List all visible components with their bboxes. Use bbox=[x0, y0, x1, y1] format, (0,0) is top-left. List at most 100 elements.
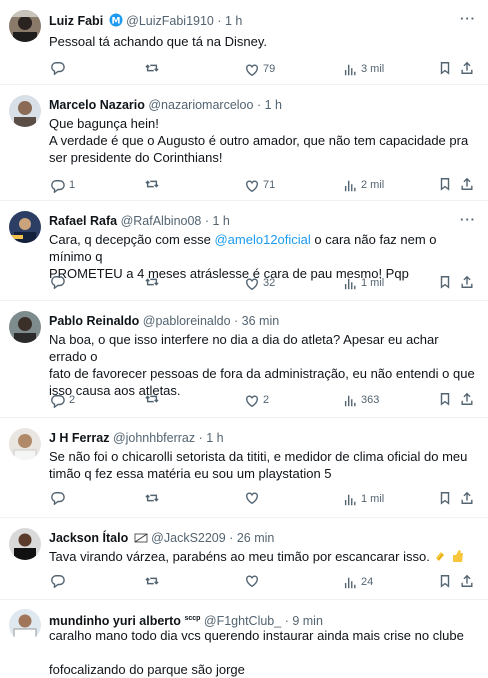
author-name[interactable]: J H Ferraz bbox=[49, 431, 109, 445]
share-button[interactable] bbox=[460, 491, 474, 505]
bookmark-icon bbox=[440, 393, 450, 406]
flag-emoji-icon bbox=[134, 533, 148, 543]
repost-button[interactable] bbox=[145, 61, 163, 75]
repost-icon bbox=[145, 180, 159, 188]
repost-icon bbox=[145, 577, 159, 585]
tweet-time[interactable]: · 36 min bbox=[234, 314, 279, 328]
views-icon bbox=[344, 64, 356, 75]
views-button[interactable]: 3 mil bbox=[343, 61, 384, 78]
reply-icon bbox=[51, 492, 65, 505]
tweet-time[interactable]: · 1 h bbox=[257, 98, 282, 112]
share-icon bbox=[461, 574, 473, 587]
avatar[interactable] bbox=[9, 609, 41, 641]
tweet[interactable]: Luiz Fabi M @LuizFabi1910 · 1 h ··· Pess… bbox=[0, 0, 488, 85]
like-button[interactable] bbox=[245, 574, 263, 588]
avatar[interactable] bbox=[9, 211, 41, 243]
tweet-actions: 79 3 mil bbox=[49, 61, 474, 77]
tweet[interactable]: Jackson Ítalo @JackS2209 · 26 min Tava v… bbox=[0, 518, 488, 600]
repost-button[interactable] bbox=[145, 574, 163, 588]
share-button[interactable] bbox=[460, 177, 474, 191]
tweet-time[interactable]: · 1 h bbox=[199, 431, 224, 445]
clapping-hands-emoji-icon bbox=[436, 552, 445, 561]
author-handle[interactable]: @nazariomarceloo bbox=[148, 98, 253, 112]
share-button[interactable] bbox=[460, 392, 474, 406]
reply-button[interactable] bbox=[51, 275, 69, 289]
tweet[interactable]: Marcelo Nazario @nazariomarceloo · 1 h Q… bbox=[0, 85, 488, 201]
views-button[interactable]: 1 mil bbox=[343, 275, 384, 292]
reply-button[interactable] bbox=[51, 61, 69, 75]
author-name[interactable]: Rafael Rafa bbox=[49, 214, 117, 228]
repost-button[interactable] bbox=[145, 392, 163, 406]
views-button[interactable]: 363 bbox=[343, 392, 379, 409]
avatar[interactable] bbox=[9, 528, 41, 560]
avatar[interactable] bbox=[9, 428, 41, 460]
more-icon[interactable]: ··· bbox=[460, 211, 476, 228]
author-handle[interactable]: @LuizFabi1910 bbox=[126, 14, 214, 28]
tweet[interactable]: Rafael Rafa @RafAlbino08 · 1 h ··· Cara,… bbox=[0, 201, 488, 301]
reply-button[interactable] bbox=[51, 491, 69, 505]
like-button[interactable]: 71 bbox=[245, 177, 275, 194]
bookmark-button[interactable] bbox=[438, 61, 452, 75]
tweet-actions: 24 bbox=[49, 574, 474, 590]
tweet[interactable]: mundinho yuri alberto sccp @F1ghtClub_ ·… bbox=[0, 600, 488, 677]
repost-icon bbox=[145, 278, 159, 286]
tweet-text: caralho mano todo dia vcs querendo insta… bbox=[49, 628, 464, 677]
repost-button[interactable] bbox=[145, 491, 163, 505]
author-name[interactable]: Jackson Ítalo bbox=[49, 531, 128, 545]
author-handle[interactable]: @RafAlbino08 bbox=[121, 214, 202, 228]
like-icon bbox=[246, 179, 258, 192]
more-icon[interactable]: ··· bbox=[460, 10, 476, 27]
author-name[interactable]: Pablo Reinaldo bbox=[49, 314, 139, 328]
avatar[interactable] bbox=[9, 10, 41, 42]
bookmark-icon bbox=[440, 178, 450, 191]
share-button[interactable] bbox=[460, 574, 474, 588]
bookmark-button[interactable] bbox=[438, 392, 452, 406]
bookmark-icon bbox=[440, 575, 450, 588]
share-icon bbox=[461, 177, 473, 190]
name-suffix: sccp bbox=[184, 615, 201, 622]
share-button[interactable] bbox=[460, 61, 474, 75]
tweet[interactable]: Pablo Reinaldo @pabloreinaldo · 36 min N… bbox=[0, 301, 488, 418]
bookmark-button[interactable] bbox=[438, 177, 452, 191]
repost-button[interactable] bbox=[145, 275, 163, 289]
tweet[interactable]: J H Ferraz @johnhbferraz · 1 h Se não fo… bbox=[0, 418, 488, 518]
bookmark-button[interactable] bbox=[438, 574, 452, 588]
mention-link[interactable]: @amelo12oficial bbox=[214, 232, 310, 247]
like-button[interactable]: 2 bbox=[245, 392, 269, 409]
views-button[interactable]: 2 mil bbox=[343, 177, 384, 194]
author-handle[interactable]: @pabloreinaldo bbox=[143, 314, 231, 328]
bookmark-button[interactable] bbox=[438, 491, 452, 505]
svg-text:M: M bbox=[111, 17, 120, 27]
bookmark-button[interactable] bbox=[438, 275, 452, 289]
views-button[interactable]: 24 bbox=[343, 574, 373, 591]
share-button[interactable] bbox=[460, 275, 474, 289]
author-name[interactable]: Luiz Fabi bbox=[49, 14, 103, 28]
tweet-actions: 32 1 mil bbox=[49, 275, 474, 291]
reply-icon bbox=[51, 276, 65, 289]
repost-icon bbox=[145, 64, 159, 72]
tweet-time[interactable]: · 1 h bbox=[217, 14, 242, 28]
like-button[interactable]: 79 bbox=[245, 61, 275, 78]
tweet-actions: 1 mil bbox=[49, 491, 474, 507]
avatar[interactable] bbox=[9, 95, 41, 127]
reply-button[interactable]: 1 bbox=[51, 177, 75, 194]
tweet-time[interactable]: · 26 min bbox=[229, 531, 274, 545]
reply-button[interactable]: 2 bbox=[51, 392, 75, 409]
reply-button[interactable] bbox=[51, 574, 69, 588]
views-icon bbox=[344, 395, 356, 406]
like-button[interactable]: 32 bbox=[245, 275, 275, 292]
views-icon bbox=[344, 180, 356, 191]
verified-badge-icon: M bbox=[109, 13, 123, 27]
avatar[interactable] bbox=[9, 311, 41, 343]
views-button[interactable]: 1 mil bbox=[343, 491, 384, 508]
author-handle[interactable]: @johnhbferraz bbox=[113, 431, 195, 445]
like-button[interactable] bbox=[245, 491, 263, 505]
reply-icon bbox=[51, 179, 65, 193]
like-icon bbox=[246, 492, 258, 505]
share-icon bbox=[461, 61, 473, 74]
repost-button[interactable] bbox=[145, 177, 163, 191]
author-handle[interactable]: @JackS2209 bbox=[151, 531, 226, 545]
author-name[interactable]: Marcelo Nazario bbox=[49, 98, 145, 112]
share-icon bbox=[461, 275, 473, 288]
tweet-time[interactable]: · 1 h bbox=[205, 214, 230, 228]
